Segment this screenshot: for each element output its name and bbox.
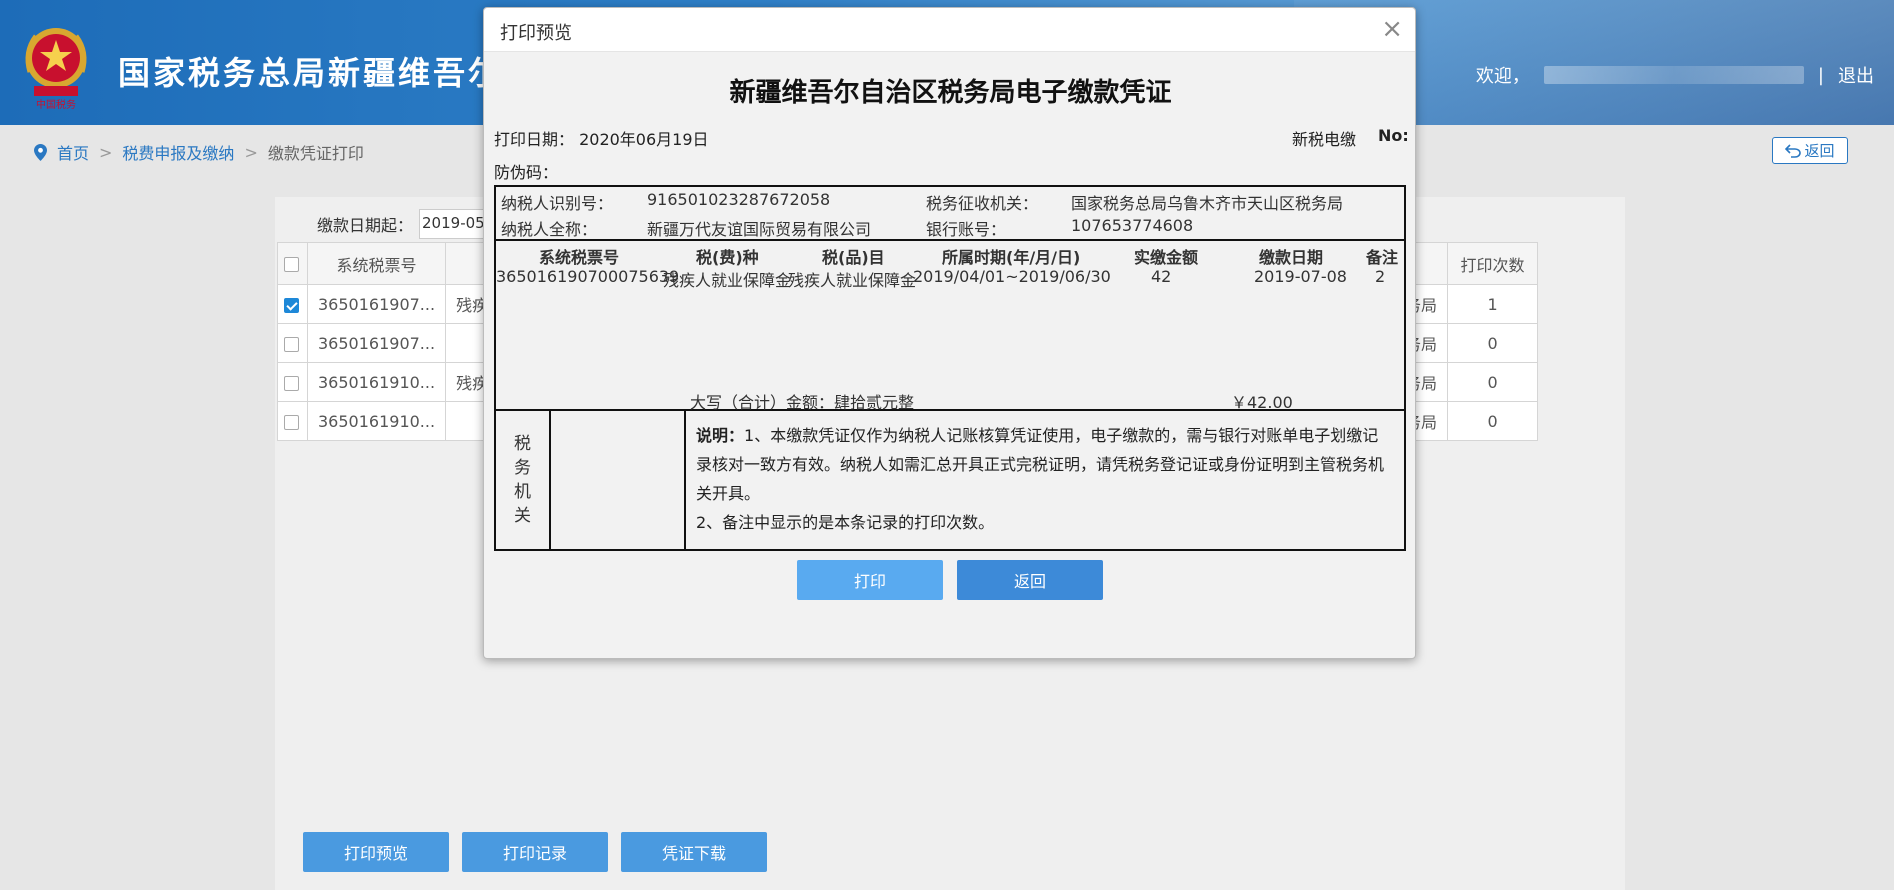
- print-count-cell: 0: [1447, 362, 1539, 402]
- notes-item-1: 1、本缴款凭证仅作为纳税人记账核算凭证使用，电子缴款的，需与银行对账单电子划缴记…: [696, 426, 1385, 503]
- bank-account: 107653774608: [1071, 216, 1194, 235]
- voucher-no-label: No:: [1378, 126, 1409, 145]
- tax-emblem-icon: 中国税务: [25, 28, 87, 110]
- notes-item-2: 2、备注中显示的是本条记录的打印次数。: [696, 513, 995, 532]
- site-title: 国家税务总局新疆维吾尔: [118, 54, 504, 92]
- detail-date: 2019-07-08: [1254, 267, 1347, 286]
- col-ticket-header: 系统税票号: [306, 242, 447, 285]
- print-count-cell: 1: [1447, 284, 1539, 324]
- detail-header-period: 所属时期(年/月/日): [942, 248, 1081, 267]
- authority-char: 机: [514, 482, 531, 502]
- notes-text: 说明：1、本缴款凭证仅作为纳税人记账核算凭证使用，电子缴款的，需与银行对账单电子…: [686, 411, 1404, 549]
- back-button-label: 返回: [1804, 142, 1835, 160]
- logout-link[interactable]: 退出: [1838, 62, 1874, 88]
- svg-text:中国税务: 中国税务: [36, 98, 76, 110]
- taxpayer-id: 916501023287672058: [647, 190, 831, 209]
- detail-ticket: 365016190700075639: [496, 267, 680, 286]
- detail-header-tax-type: 税(费)种: [696, 248, 759, 267]
- detail-header-tax-item: 税(品)目: [822, 248, 885, 267]
- taxpayer-name: 新疆万代友谊国际贸易有限公司: [647, 220, 872, 239]
- breadcrumb-home[interactable]: 首页: [57, 140, 89, 164]
- voucher-download-button[interactable]: 凭证下载: [621, 832, 767, 872]
- date-from-label: 缴款日期起：: [317, 216, 414, 235]
- bottom-actions: 打印预览 打印记录 凭证下载: [303, 832, 767, 872]
- detail-tax-item: 残疾人就业保障金: [788, 271, 917, 290]
- dialog-back-button[interactable]: 返回: [957, 560, 1103, 600]
- taxpayer-name-label: 纳税人全称：: [501, 220, 598, 239]
- stamp-area: [551, 411, 686, 549]
- breadcrumb-separator: >: [99, 142, 113, 162]
- dialog-header: 打印预览 ×: [484, 8, 1415, 52]
- select-all-checkbox[interactable]: [284, 257, 299, 272]
- detail-period: 2019/04/01~2019/06/30: [913, 267, 1111, 286]
- print-count-cell: 0: [1447, 401, 1539, 441]
- dialog-actions: 打印 返回: [797, 560, 1103, 600]
- date-filter: 缴款日期起： 2019-05-: [317, 209, 510, 239]
- total-amount: ￥42.00: [1231, 393, 1293, 412]
- taxpayer-info: 纳税人识别号： 916501023287672058 税务征收机关： 国家税务总…: [496, 187, 1404, 241]
- anti-fake-code: 防伪码：: [494, 163, 559, 182]
- detail-header-amount: 实缴金额: [1134, 248, 1199, 267]
- detail-header-date: 缴款日期: [1259, 248, 1324, 267]
- close-icon[interactable]: ×: [1381, 16, 1403, 42]
- return-icon: [1785, 143, 1802, 158]
- print-preview-button[interactable]: 打印预览: [303, 832, 449, 872]
- detail-header-remark: 备注: [1366, 248, 1399, 267]
- row-checkbox[interactable]: [284, 414, 299, 430]
- print-date: 打印日期： 2020年06月19日: [494, 130, 709, 149]
- location-pin-icon: [34, 143, 47, 161]
- authority-char: 税: [514, 434, 531, 454]
- print-records-button[interactable]: 打印记录: [462, 832, 608, 872]
- payment-details: 系统税票号 税(费)种 税(品)目 所属时期(年/月/日) 实缴金额 缴款日期 …: [496, 241, 1404, 412]
- detail-header-ticket: 系统税票号: [539, 248, 620, 267]
- taxpayer-id-label: 纳税人识别号：: [501, 194, 614, 213]
- back-button-top[interactable]: 返回: [1772, 137, 1848, 164]
- voucher-type: 新税电缴: [1292, 130, 1357, 149]
- breadcrumb-current: 缴款凭证打印: [267, 144, 364, 163]
- print-count-cell: 0: [1447, 323, 1539, 363]
- breadcrumb-tax-filing[interactable]: 税费申报及缴纳: [122, 140, 234, 164]
- total-in-words: 大写（合计）金额：肆拾贰元整: [690, 393, 915, 412]
- authority-char: 务: [514, 458, 531, 478]
- notes-title: 说明：: [696, 426, 745, 445]
- dialog-title: 打印预览: [500, 23, 572, 44]
- breadcrumb-separator: >: [244, 142, 258, 162]
- bank-account-label: 银行账号：: [926, 220, 1007, 239]
- print-preview-dialog: 打印预览 × 新疆维吾尔自治区税务局电子缴款凭证 打印日期： 2020年06月1…: [483, 7, 1416, 659]
- detail-remark: 2: [1375, 267, 1386, 286]
- detail-tax-type: 残疾人就业保障金: [663, 271, 792, 290]
- ticket-cell: 3650161910...: [306, 362, 447, 402]
- masked-username: [1543, 66, 1804, 84]
- detail-amount: 42: [1151, 267, 1172, 286]
- header-separator: |: [1817, 64, 1824, 86]
- row-checkbox[interactable]: [284, 297, 299, 313]
- authority-label: 税务征收机关：: [926, 194, 1039, 213]
- ticket-cell: 3650161907...: [306, 284, 447, 324]
- ticket-cell: 3650161907...: [306, 323, 447, 363]
- ticket-cell: 3650161910...: [306, 401, 447, 441]
- col-print-count-header: 打印次数: [1447, 242, 1539, 285]
- print-button[interactable]: 打印: [797, 560, 943, 600]
- notes-section: 税 务 机 关 说明：1、本缴款凭证仅作为纳税人记账核算凭证使用，电子缴款的，需…: [496, 411, 1404, 549]
- voucher-title: 新疆维吾尔自治区税务局电子缴款凭证: [729, 78, 1172, 108]
- authority-char: 关: [514, 506, 531, 526]
- user-area: 欢迎， | 退出: [1476, 62, 1874, 88]
- breadcrumb: 首页 > 税费申报及缴纳 > 缴款凭证打印: [34, 140, 364, 164]
- voucher-body: 纳税人识别号： 916501023287672058 税务征收机关： 国家税务总…: [494, 185, 1406, 551]
- tax-authority-label: 税 务 机 关: [496, 411, 551, 549]
- authority-value: 国家税务总局乌鲁木齐市天山区税务局: [1071, 194, 1344, 213]
- row-checkbox[interactable]: [284, 375, 299, 391]
- row-checkbox[interactable]: [284, 336, 299, 352]
- welcome-text: 欢迎，: [1475, 66, 1530, 87]
